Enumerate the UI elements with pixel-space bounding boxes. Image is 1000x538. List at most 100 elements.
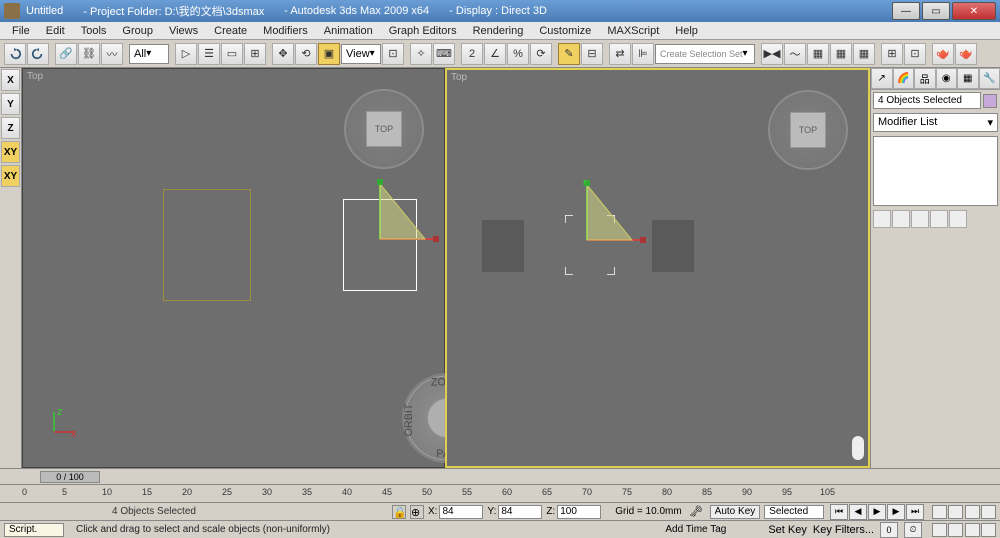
menu-grapheditors[interactable]: Graph Editors (381, 25, 465, 37)
keymode-dropdown[interactable]: Selected (764, 505, 824, 519)
autokey-button[interactable]: Auto Key (710, 505, 761, 519)
tab-display[interactable]: ▦ (957, 68, 979, 89)
tab-utilities[interactable]: 🔧 (979, 68, 1000, 89)
select-manipulate-button[interactable]: ✧ (410, 43, 432, 65)
remove-modifier-button[interactable] (930, 210, 948, 228)
render-button[interactable]: ⊡ (904, 43, 926, 65)
select-scale-button[interactable]: ▣ (318, 43, 340, 65)
select-button[interactable]: ▷ (175, 43, 197, 65)
create-selection-set-input[interactable]: Create Selection Set ▾ (655, 44, 755, 64)
snap-2d-button[interactable]: 2 (461, 43, 483, 65)
select-rotate-button[interactable]: ⟲ (295, 43, 317, 65)
quick-render-button[interactable]: 🫖 (932, 43, 954, 65)
undo-button[interactable] (4, 43, 26, 65)
time-slider[interactable]: 0 / 100 (40, 471, 100, 483)
viewcube[interactable]: TOP (768, 90, 848, 170)
zoom-extents-button[interactable] (965, 505, 980, 519)
bind-spacewarp-button[interactable]: 〰 (101, 43, 123, 65)
close-button[interactable]: ✕ (952, 2, 996, 20)
script-listener-input[interactable] (4, 523, 64, 537)
arc-rotate-button[interactable] (965, 523, 980, 537)
menu-edit[interactable]: Edit (38, 25, 73, 37)
lock-selection-button[interactable]: 🔒 (392, 505, 406, 519)
next-frame-button[interactable]: ▶ (887, 504, 905, 520)
axis-xy-button[interactable]: XY (1, 141, 20, 163)
mirror-button[interactable]: ⇄ (609, 43, 631, 65)
setkey-button[interactable]: Set Key (768, 524, 807, 536)
menu-rendering[interactable]: Rendering (465, 25, 532, 37)
viewport-right[interactable]: Top TOP y (445, 68, 870, 468)
unlink-button[interactable]: ⛓ (78, 43, 100, 65)
menu-help[interactable]: Help (667, 25, 706, 37)
link-button[interactable]: 🔗 (55, 43, 77, 65)
edit-named-selection-button[interactable]: ✎ (558, 43, 580, 65)
pin-stack-button[interactable] (873, 210, 891, 228)
make-unique-button[interactable] (911, 210, 929, 228)
animation-slider-handle[interactable] (852, 436, 864, 460)
configure-sets-button[interactable] (949, 210, 967, 228)
time-config2-button[interactable]: ⏲ (904, 522, 922, 538)
coord-y-input[interactable] (498, 505, 542, 519)
spinner-snap-button[interactable]: ⟳ (530, 43, 552, 65)
play-button[interactable]: ▶ (868, 504, 886, 520)
show-end-result-button[interactable] (892, 210, 910, 228)
select-by-name-button[interactable]: ☰ (198, 43, 220, 65)
zoom-extents-all-button[interactable] (981, 505, 996, 519)
minimize-button[interactable]: — (892, 2, 920, 20)
curve-editor-button[interactable]: 〜 (784, 43, 806, 65)
prev-frame-button[interactable]: ◀ (849, 504, 867, 520)
modifier-list-dropdown[interactable]: Modifier List▾ (873, 113, 998, 132)
render-setup-button[interactable]: ▦ (853, 43, 875, 65)
menu-customize[interactable]: Customize (531, 25, 599, 37)
viewcube[interactable]: TOP (344, 89, 424, 169)
pan-button[interactable] (948, 523, 963, 537)
menu-animation[interactable]: Animation (316, 25, 381, 37)
tab-motion[interactable]: ◉ (936, 68, 958, 89)
tab-hierarchy[interactable]: 品 (914, 68, 936, 89)
goto-end-button[interactable]: ⏭ (906, 504, 924, 520)
coord-z-input[interactable] (557, 505, 601, 519)
refcoord-dropdown[interactable]: View ▾ (341, 44, 381, 64)
absolute-mode-button[interactable]: ⊕ (410, 505, 424, 519)
zoom-all-button[interactable] (948, 505, 963, 519)
named-selection-button[interactable]: ⊟ (581, 43, 603, 65)
scale-gizmo[interactable]: y (582, 180, 652, 250)
snap-angle-button[interactable]: ∠ (484, 43, 506, 65)
redo-button[interactable] (27, 43, 49, 65)
menu-tools[interactable]: Tools (73, 25, 115, 37)
axis-y-button[interactable]: Y (1, 93, 20, 115)
render-production-button[interactable]: 🫖 (955, 43, 977, 65)
scene-object-rect[interactable] (163, 189, 251, 301)
zoom-button[interactable] (932, 505, 947, 519)
goto-start-button[interactable]: ⏮ (830, 504, 848, 520)
timeline-ruler[interactable]: 0 5 10 15 20 25 30 35 40 45 50 55 60 65 … (0, 484, 1000, 502)
menu-views[interactable]: Views (161, 25, 206, 37)
axis-x-button[interactable]: X (1, 69, 20, 91)
time-config-button[interactable]: 0 (880, 522, 898, 538)
add-time-tag-button[interactable]: Add Time Tag (665, 524, 726, 535)
keyfilters-button[interactable]: Key Filters... (813, 524, 874, 536)
snap-percent-button[interactable]: % (507, 43, 529, 65)
scene-object[interactable] (482, 220, 524, 272)
menu-file[interactable]: File (4, 25, 38, 37)
window-crossing-button[interactable]: ⊞ (244, 43, 266, 65)
align-button[interactable]: ⊫ (632, 43, 654, 65)
scene-object[interactable] (652, 220, 694, 272)
schematic-view-button[interactable]: ▦ (807, 43, 829, 65)
time-slider-bar[interactable]: 0 / 100 (0, 468, 1000, 484)
layer-manager-button[interactable]: ▶◀ (761, 43, 783, 65)
maximize-viewport-button[interactable] (981, 523, 996, 537)
select-region-rect-button[interactable]: ▭ (221, 43, 243, 65)
fov-button[interactable] (932, 523, 947, 537)
axis-xy2-button[interactable]: XY (1, 165, 20, 187)
menu-maxscript[interactable]: MAXScript (599, 25, 667, 37)
scale-gizmo[interactable] (375, 179, 445, 249)
select-move-button[interactable]: ✥ (272, 43, 294, 65)
axis-z-button[interactable]: Z (1, 117, 20, 139)
render-frame-button[interactable]: ⊞ (881, 43, 903, 65)
use-pivot-center-button[interactable]: ⊡ (382, 43, 404, 65)
modifier-stack[interactable] (873, 136, 998, 206)
material-editor-button[interactable]: ▦ (830, 43, 852, 65)
viewcube-face[interactable]: TOP (790, 112, 826, 148)
viewcube-face[interactable]: TOP (366, 111, 402, 147)
